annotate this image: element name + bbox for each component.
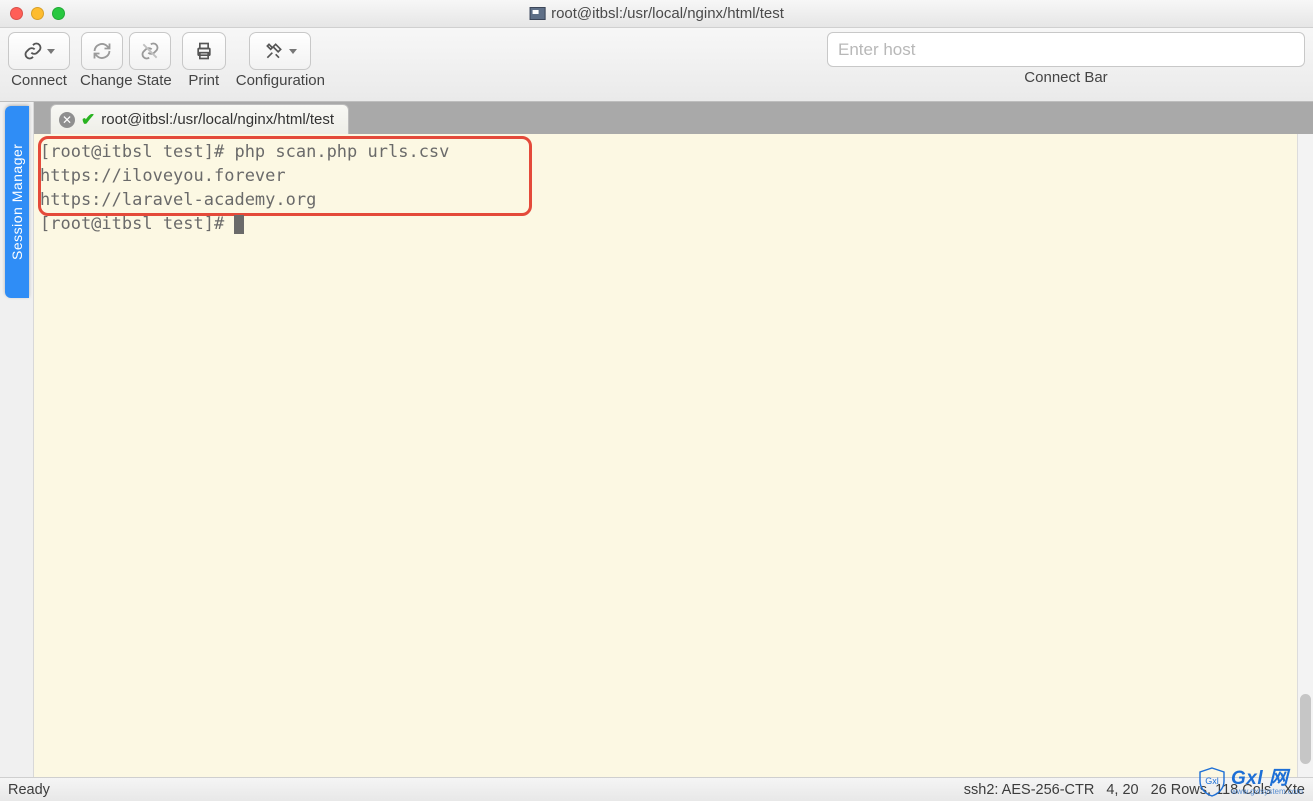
tools-icon <box>263 41 285 61</box>
status-cursor: 4, 20 <box>1106 782 1138 798</box>
tab-label: root@itbsl:/usr/local/nginx/html/test <box>101 111 334 128</box>
chevron-down-icon <box>289 49 297 54</box>
configuration-label: Configuration <box>236 72 325 89</box>
terminal[interactable]: [root@itbsl test]# php scan.php urls.csv… <box>34 134 1297 777</box>
link-icon <box>23 41 43 61</box>
connect-label: Connect <box>11 72 67 89</box>
sidebar: Session Manager <box>0 102 34 777</box>
status-term: Xte <box>1283 782 1305 798</box>
zoom-window-button[interactable] <box>52 7 65 20</box>
status-encryption: ssh2: AES-256-CTR <box>964 782 1095 798</box>
printer-icon <box>193 41 215 61</box>
change-state-group: Change State <box>80 32 172 89</box>
configuration-group: Configuration <box>236 32 325 89</box>
scrollbar-thumb[interactable] <box>1300 694 1311 764</box>
titlebar: root@itbsl:/usr/local/nginx/html/test <box>0 0 1313 28</box>
print-label: Print <box>188 72 219 89</box>
terminal-line: https://iloveyou.forever <box>40 164 1291 188</box>
connected-check-icon: ✔ <box>81 110 95 130</box>
link-break-icon <box>140 41 160 61</box>
print-group: Print <box>182 32 226 89</box>
main: ✕ ✔ root@itbsl:/usr/local/nginx/html/tes… <box>34 102 1313 777</box>
connect-button[interactable] <box>8 32 70 70</box>
app-window: root@itbsl:/usr/local/nginx/html/test Co… <box>0 0 1313 801</box>
terminal-icon <box>529 7 545 20</box>
cursor-icon <box>234 215 244 234</box>
host-input[interactable] <box>827 32 1305 67</box>
terminal-line: https://laravel-academy.org <box>40 188 1291 212</box>
tabstrip: ✕ ✔ root@itbsl:/usr/local/nginx/html/tes… <box>34 102 1313 134</box>
traffic-lights <box>10 7 65 20</box>
connect-bar-group: Connect Bar <box>827 32 1305 86</box>
connect-group: Connect <box>8 32 70 89</box>
session-tab[interactable]: ✕ ✔ root@itbsl:/usr/local/nginx/html/tes… <box>50 104 349 134</box>
status-right: ssh2: AES-256-CTR 4, 20 26 Rows, 118 Col… <box>964 782 1305 798</box>
configuration-button[interactable] <box>249 32 311 70</box>
close-window-button[interactable] <box>10 7 23 20</box>
vertical-scrollbar[interactable] <box>1297 134 1313 777</box>
statusbar: Ready ssh2: AES-256-CTR 4, 20 26 Rows, 1… <box>0 777 1313 801</box>
minimize-window-button[interactable] <box>31 7 44 20</box>
reload-icon <box>92 41 112 61</box>
terminal-line: [root@itbsl test]# <box>40 212 1291 236</box>
title-center: root@itbsl:/usr/local/nginx/html/test <box>529 5 784 22</box>
reconnect-button[interactable] <box>81 32 123 70</box>
status-ready: Ready <box>8 782 50 798</box>
terminal-wrap: [root@itbsl test]# php scan.php urls.csv… <box>34 134 1313 777</box>
status-dimensions: 26 Rows, 118 Cols <box>1151 782 1272 798</box>
close-tab-icon[interactable]: ✕ <box>59 112 75 128</box>
window-title: root@itbsl:/usr/local/nginx/html/test <box>551 5 784 22</box>
disconnect-button[interactable] <box>129 32 171 70</box>
body: Session Manager ✕ ✔ root@itbsl:/usr/loca… <box>0 102 1313 777</box>
print-button[interactable] <box>182 32 226 70</box>
toolbar: Connect Change State Print <box>0 28 1313 102</box>
chevron-down-icon <box>47 49 55 54</box>
session-manager-tab[interactable]: Session Manager <box>5 106 29 298</box>
connect-bar-label: Connect Bar <box>1024 69 1107 86</box>
change-state-label: Change State <box>80 72 172 89</box>
terminal-line: [root@itbsl test]# php scan.php urls.csv <box>40 140 1291 164</box>
